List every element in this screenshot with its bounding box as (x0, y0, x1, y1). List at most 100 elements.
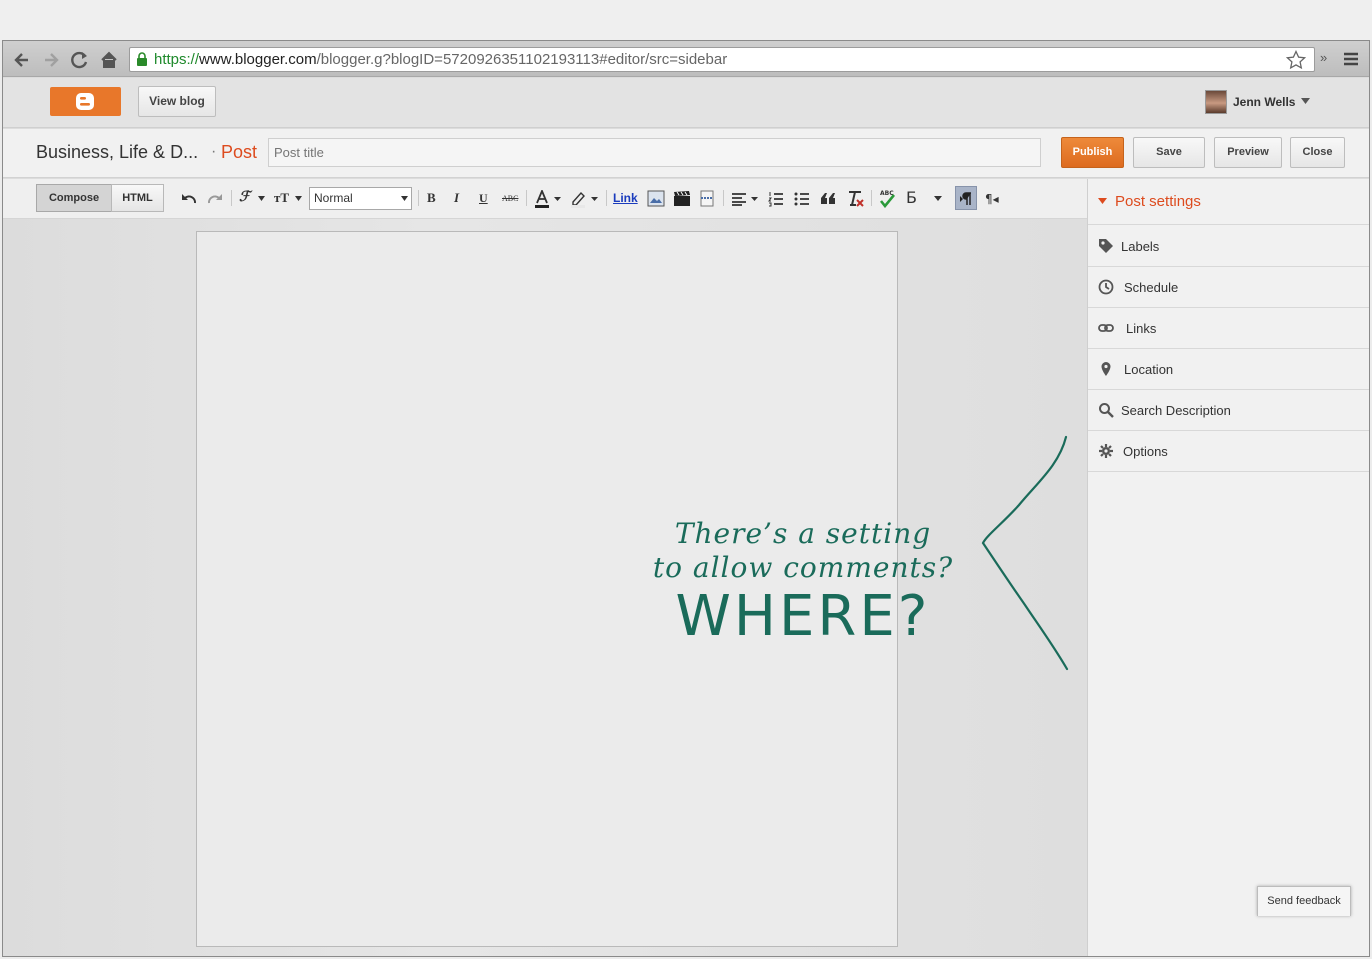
screen-top-margin (0, 0, 1372, 40)
browser-window: https://www.blogger.com/blogger.g?blogID… (2, 40, 1370, 957)
post-title-input[interactable] (268, 138, 1041, 167)
toolbar-divider (231, 190, 232, 206)
right-to-left-button[interactable]: ¶◂ (985, 189, 999, 209)
gear-icon (1099, 444, 1113, 458)
sidebar-item-links[interactable]: Links (1088, 308, 1369, 349)
annotation-line: There’s a setting (674, 517, 932, 550)
remove-formatting-icon[interactable] (846, 190, 864, 207)
sidebar-item-search-description[interactable]: Search Description (1088, 390, 1369, 431)
collapse-caret-icon (1098, 198, 1107, 204)
caret-down-icon (934, 196, 942, 201)
blogger-logo[interactable] (50, 87, 121, 116)
reload-icon[interactable] (70, 50, 90, 70)
numbered-list-icon[interactable] (768, 191, 784, 207)
annotation-headline: WHERE? (675, 584, 931, 649)
post-title-bar: Business, Life & D... · Post Publish Sav… (3, 129, 1369, 178)
url-domain: www.blogger.com (199, 51, 317, 68)
quote-icon[interactable] (820, 192, 836, 205)
underline-button[interactable]: U (479, 188, 488, 208)
tag-icon (1099, 239, 1113, 253)
preview-button[interactable]: Preview (1214, 137, 1282, 168)
search-icon (1099, 403, 1114, 418)
ltr-icon (960, 192, 971, 205)
sidebar-item-label: Options (1123, 444, 1168, 459)
breadcrumb-separator: · (211, 143, 217, 160)
blog-name[interactable]: Business, Life & D... (36, 142, 198, 163)
annotation-line: to allow comments? (652, 551, 954, 584)
sidebar-item-options[interactable]: Options (1088, 431, 1369, 472)
toolbar-divider (871, 190, 872, 206)
url-path: /blogger.g?blogID=5720926351102193113#ed… (316, 51, 728, 68)
menu-icon[interactable] (1343, 51, 1359, 67)
caret-down-icon (295, 196, 302, 201)
lock-icon (137, 52, 147, 66)
compose-mode-tab[interactable]: Compose (36, 184, 112, 212)
insert-jump-break-icon[interactable] (699, 190, 715, 207)
sidebar-item-labels[interactable]: Labels (1088, 226, 1369, 267)
user-name: Jenn Wells (1233, 95, 1296, 109)
clock-icon (1098, 279, 1114, 295)
transliteration-button[interactable]: Б (906, 188, 917, 208)
home-icon[interactable] (99, 50, 119, 70)
highlight-color-icon[interactable] (570, 190, 600, 208)
blogger-b-icon (76, 93, 94, 110)
insert-link-button[interactable]: Link (613, 191, 638, 205)
paragraph-format-select[interactable]: Normal (309, 187, 412, 210)
sidebar-item-label: Schedule (1124, 280, 1179, 295)
page-title: Post (221, 142, 258, 162)
toolbar-divider (418, 190, 419, 206)
text-color-icon[interactable] (534, 190, 564, 208)
post-settings-header[interactable]: Post settings (1088, 179, 1369, 225)
url-text: https://www.blogger.com/blogger.g?blogID… (154, 51, 727, 68)
editor-toolbar: Compose HTML ℱ тT Normal B I U ABC Link (3, 179, 1087, 219)
undo-icon[interactable] (181, 192, 197, 205)
publish-button[interactable]: Publish (1061, 137, 1124, 168)
send-feedback-button[interactable]: Send feedback (1257, 886, 1351, 916)
spell-check-icon[interactable]: ABC (878, 189, 896, 208)
html-mode-tab[interactable]: HTML (111, 184, 164, 212)
browser-toolbar: https://www.blogger.com/blogger.g?blogID… (3, 41, 1369, 77)
toolbar-divider (526, 190, 527, 206)
sidebar-item-schedule[interactable]: Schedule (1088, 267, 1369, 308)
address-bar[interactable]: https://www.blogger.com/blogger.g?blogID… (129, 47, 1315, 72)
toolbar-divider (606, 190, 607, 206)
caret-down-icon (258, 196, 265, 201)
url-scheme: https:// (154, 51, 200, 68)
link-icon (1098, 324, 1114, 332)
blogger-app-bar: View blog Jenn Wells (3, 78, 1369, 128)
sidebar-item-label: Search Description (1121, 403, 1231, 418)
strikethrough-button[interactable]: ABC (502, 189, 518, 209)
caret-down-icon (401, 196, 408, 201)
view-blog-button[interactable]: View blog (138, 86, 216, 117)
insert-video-icon[interactable] (673, 190, 691, 207)
post-settings-sidebar: Post settings Labels Schedule Links Loca… (1087, 179, 1369, 956)
avatar (1205, 90, 1227, 114)
align-icon[interactable] (731, 192, 761, 206)
editor-area: Compose HTML ℱ тT Normal B I U ABC Link (3, 179, 1087, 956)
font-family-button[interactable]: ℱ (239, 188, 250, 208)
back-arrow-icon[interactable] (12, 50, 32, 70)
redo-icon[interactable] (207, 192, 223, 205)
insert-image-icon[interactable] (647, 190, 665, 207)
save-button[interactable]: Save (1133, 137, 1205, 168)
post-settings-title: Post settings (1115, 193, 1201, 210)
extensions-overflow-icon[interactable]: » (1320, 50, 1327, 65)
close-button[interactable]: Close (1290, 137, 1345, 168)
bulleted-list-icon[interactable] (794, 191, 810, 207)
pin-icon (1101, 362, 1111, 376)
sidebar-item-label: Labels (1121, 239, 1160, 254)
toolbar-divider (723, 190, 724, 206)
handwritten-annotation: There’s a setting to allow comments? WHE… (643, 517, 963, 649)
sidebar-item-label: Location (1124, 362, 1174, 377)
annotation-bracket-arrow (981, 435, 1069, 671)
sidebar-item-label: Links (1126, 321, 1157, 336)
chevron-down-icon (1301, 98, 1310, 104)
left-to-right-button[interactable] (955, 186, 977, 210)
format-value: Normal (314, 191, 353, 205)
sidebar-item-location[interactable]: Location (1088, 349, 1369, 390)
star-bookmark-icon[interactable] (1286, 50, 1306, 70)
italic-button[interactable]: I (454, 188, 459, 208)
bold-button[interactable]: B (427, 188, 436, 208)
font-size-button[interactable]: тT (274, 188, 289, 208)
forward-arrow-icon[interactable] (41, 50, 61, 70)
